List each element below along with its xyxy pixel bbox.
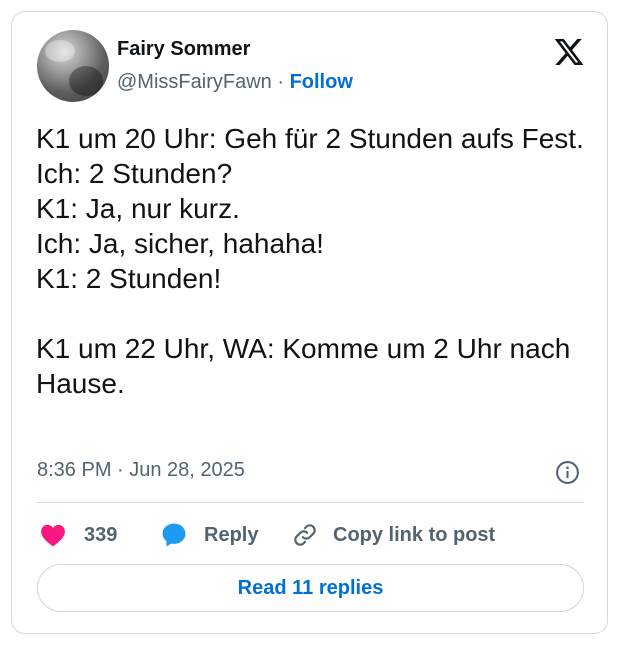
tweet-timestamp[interactable]: 8:36 PM · Jun 28, 2025 — [37, 459, 245, 482]
divider — [37, 502, 584, 503]
heart-icon — [41, 524, 65, 547]
info-icon[interactable] — [555, 460, 580, 485]
copy-link-label: Copy link to post — [333, 523, 496, 546]
like-button[interactable]: 339 — [40, 518, 117, 552]
avatar[interactable] — [37, 30, 109, 102]
reply-label: Reply — [204, 523, 259, 546]
read-replies-button[interactable]: Read 11 replies — [37, 564, 584, 612]
separator-dot: · — [277, 71, 284, 93]
author-handle[interactable]: @MissFairyFawn — [117, 71, 272, 93]
copy-link-button[interactable]: Copy link to post — [292, 518, 495, 552]
reply-button[interactable]: Reply — [160, 518, 258, 552]
link-icon — [294, 524, 316, 546]
read-replies-label: Read 11 replies — [237, 576, 384, 599]
tweet-card: Fairy Sommer @MissFairyFawn · Follow K1 … — [11, 11, 608, 634]
author-handle-row: @MissFairyFawn · Follow — [117, 71, 353, 94]
like-count: 339 — [84, 523, 118, 546]
follow-link[interactable]: Follow — [290, 71, 353, 93]
x-logo-icon[interactable] — [553, 36, 585, 68]
speech-bubble-icon — [162, 523, 186, 547]
avatar-shadow — [69, 66, 103, 96]
author-name[interactable]: Fairy Sommer — [117, 38, 250, 61]
tweet-text: K1 um 20 Uhr: Geh für 2 Stunden aufs Fes… — [36, 123, 584, 399]
avatar-highlight — [45, 40, 75, 62]
